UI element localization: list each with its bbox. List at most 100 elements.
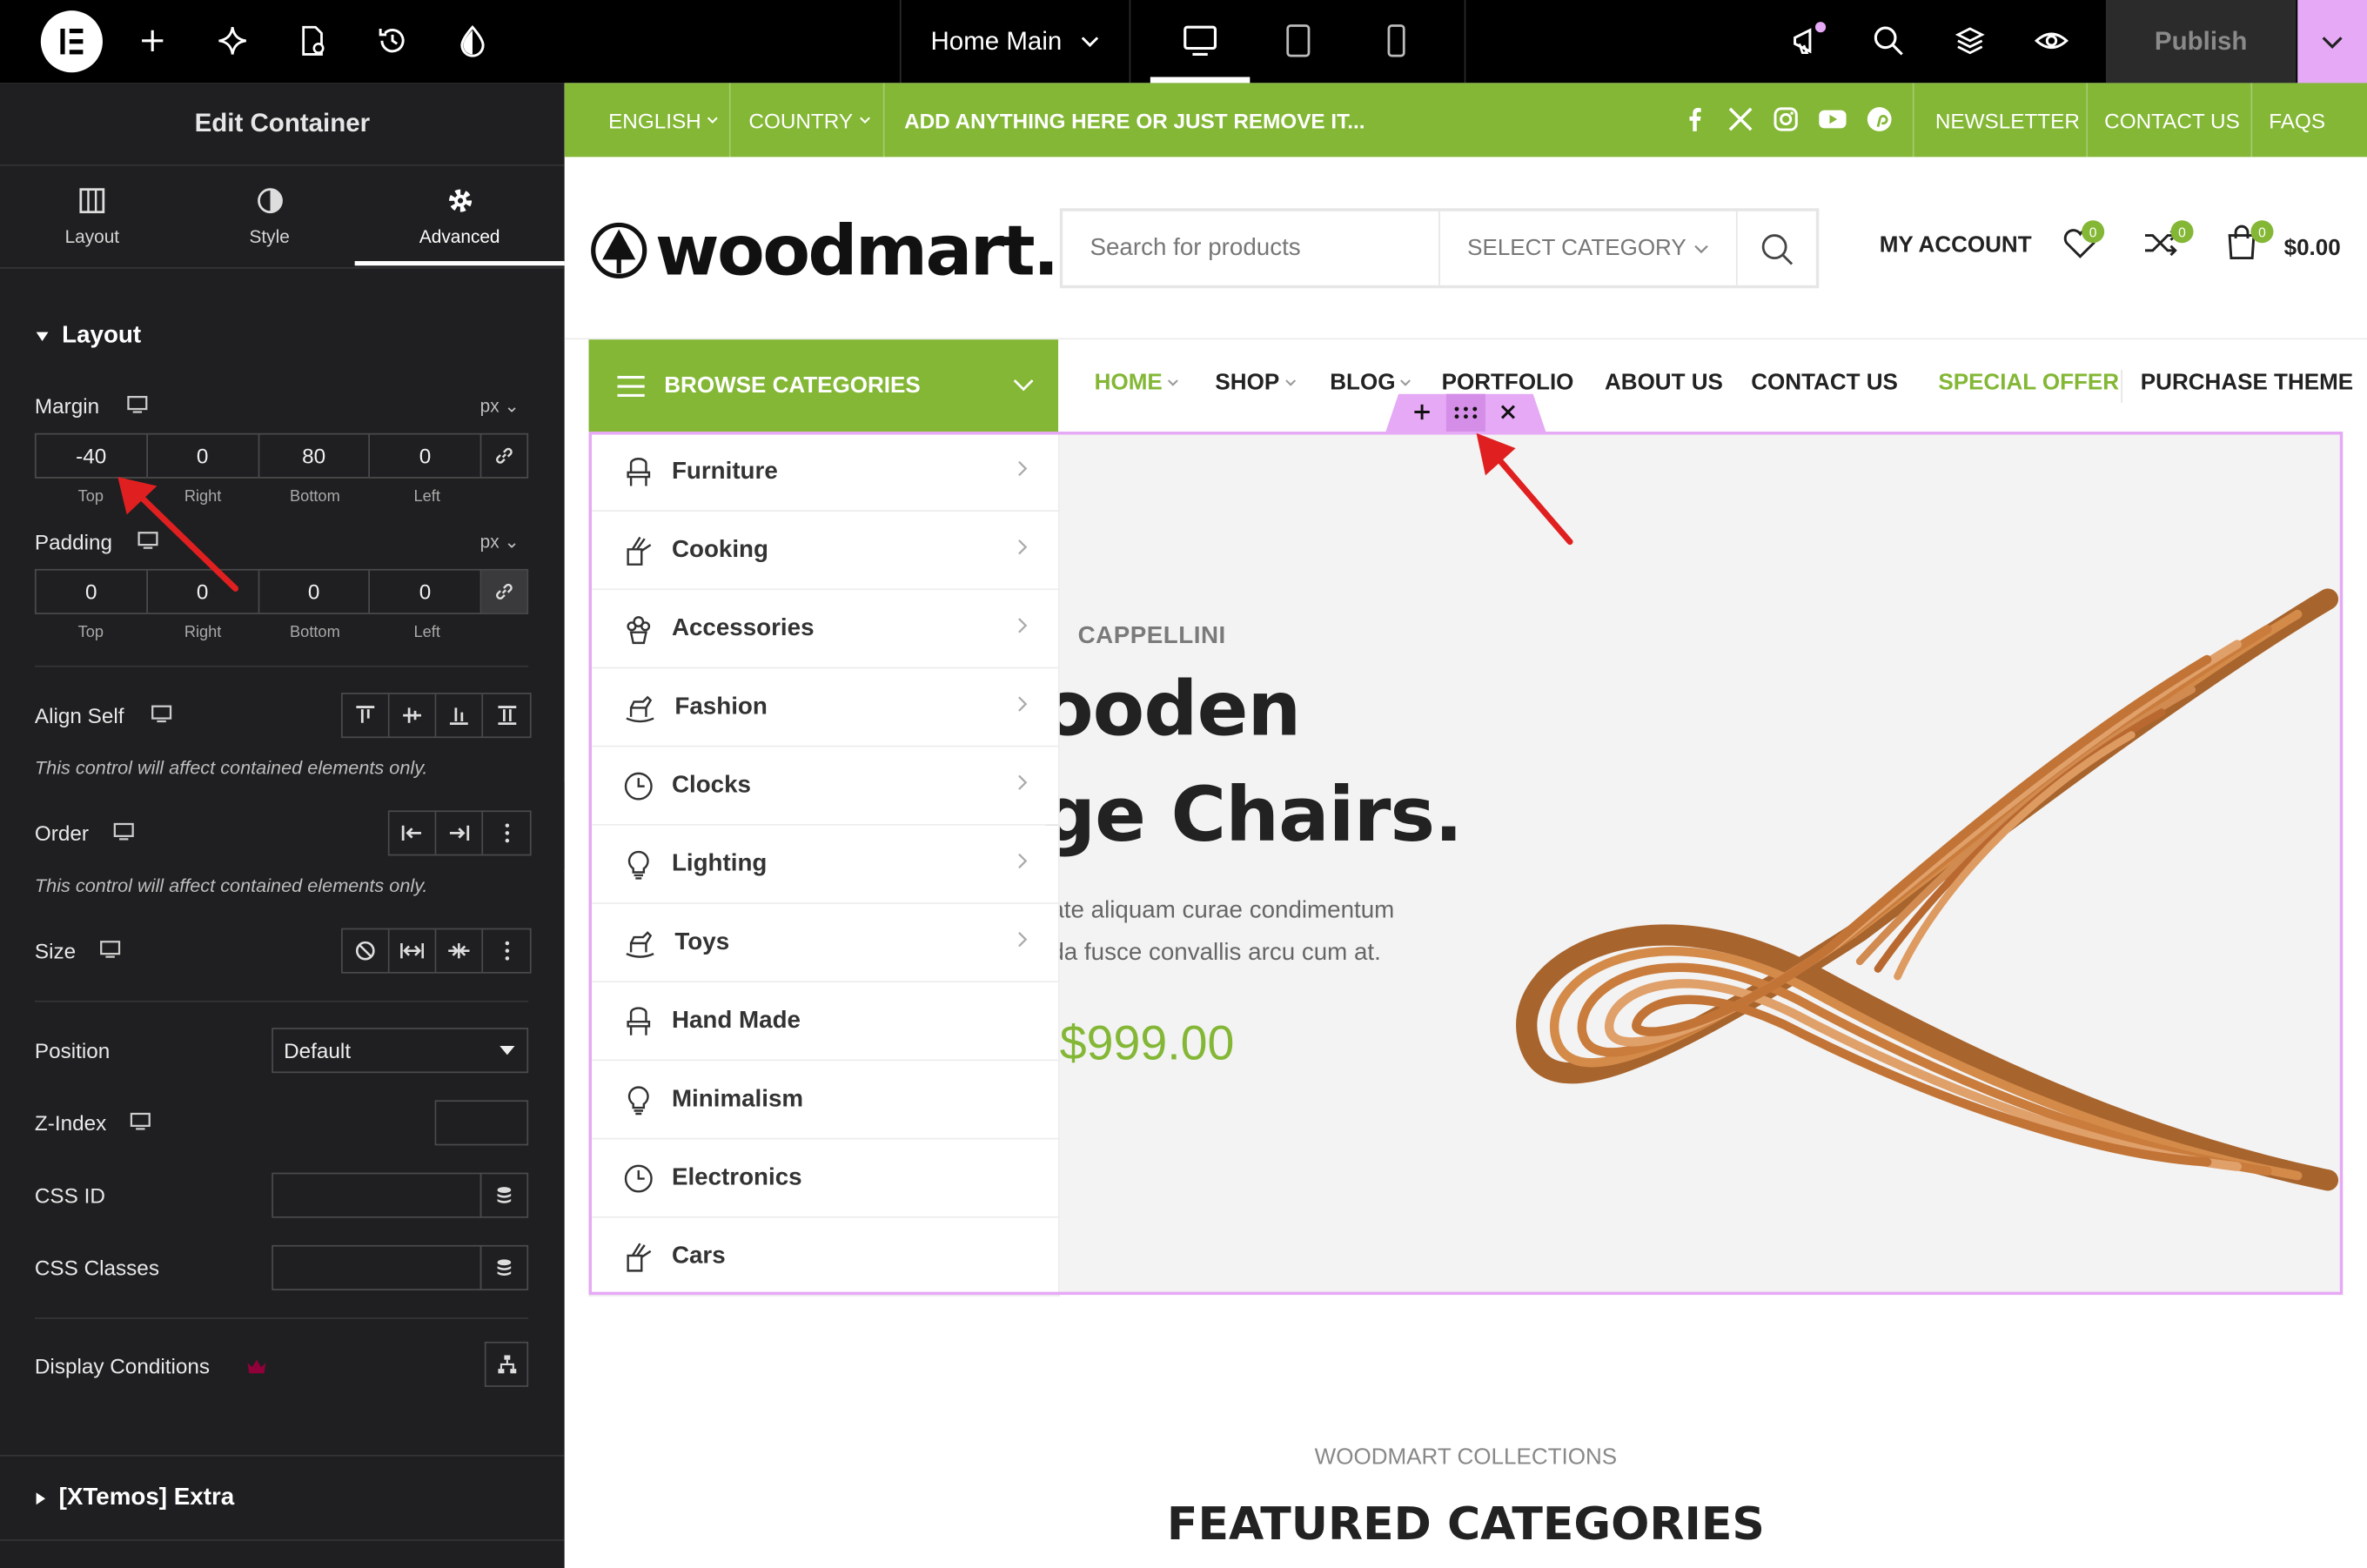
youtube-icon[interactable] [1818, 105, 1848, 132]
section-extra-title: [XTemos] Extra [58, 1484, 235, 1511]
nav-about-us[interactable]: ABOUT US [1605, 370, 1723, 395]
align-stretch-icon[interactable] [483, 694, 530, 737]
instagram-icon[interactable] [1773, 105, 1800, 132]
compare-button[interactable]: 0 [2141, 220, 2194, 269]
menu-icon [617, 375, 645, 397]
delete-element-icon[interactable] [1500, 405, 1515, 419]
search-submit-button[interactable] [1738, 211, 1816, 285]
css-classes-input[interactable] [272, 1244, 482, 1290]
more-options-icon[interactable] [483, 812, 530, 854]
more-options-icon[interactable] [483, 929, 530, 972]
padding-bottom-input[interactable]: 0 [259, 570, 371, 613]
publish-options-button[interactable] [2297, 0, 2367, 84]
dynamic-tags-button[interactable] [479, 1172, 529, 1218]
section-extra-toggle[interactable]: [XTemos] Extra [35, 1485, 234, 1512]
chevron-down-icon [2322, 36, 2343, 49]
database-icon [497, 1258, 512, 1276]
faqs-link[interactable]: FAQS [2269, 83, 2325, 157]
tablet-icon[interactable] [1278, 21, 1318, 60]
page-selector[interactable]: Home Main [902, 0, 1129, 83]
mobile-icon[interactable] [1377, 21, 1416, 60]
cart-button[interactable]: 0 [2222, 220, 2274, 269]
nav-portfolio[interactable]: PORTFOLIO [1442, 370, 1574, 395]
wishlist-button[interactable]: 0 [2061, 220, 2106, 269]
margin-unit-select[interactable]: px ⌄ [480, 395, 520, 416]
my-account-link[interactable]: MY ACCOUNT [1880, 232, 2032, 258]
ai-sparkle-icon[interactable] [213, 21, 252, 60]
theme-style-icon[interactable] [453, 21, 492, 60]
responsive-desktop-icon[interactable] [113, 822, 134, 841]
responsive-desktop-icon[interactable] [151, 705, 172, 723]
cart-count: 0 [2250, 220, 2274, 244]
search-icon[interactable] [1869, 21, 1908, 60]
tree-logo-icon [591, 222, 647, 278]
browse-categories-button[interactable]: BROWSE CATEGORIES [588, 339, 1059, 432]
country-label: COUNTRY [748, 108, 854, 132]
publish-button[interactable]: Publish [2105, 0, 2297, 84]
facebook-icon[interactable] [1681, 105, 1708, 132]
padding-unit-select[interactable]: px ⌄ [480, 532, 520, 553]
pinterest-icon[interactable] [1866, 105, 1893, 132]
search-input[interactable]: Search for products [1063, 211, 1440, 285]
nav-purchase-theme[interactable]: PURCHASE THEME [2141, 370, 2353, 395]
add-element-icon[interactable] [1413, 403, 1432, 421]
section-layout-toggle[interactable]: Layout [35, 323, 141, 350]
nav-shop[interactable]: SHOP [1215, 370, 1296, 395]
desktop-icon[interactable] [1181, 21, 1220, 60]
chevron-down-icon [1167, 379, 1178, 385]
page-settings-icon[interactable] [293, 21, 332, 60]
newsletter-link[interactable]: NEWSLETTER [1935, 83, 2080, 157]
category-select-label: SELECT CATEGORY [1467, 235, 1686, 262]
contact-us-link[interactable]: CONTACT US [2104, 83, 2240, 157]
notifications-icon[interactable] [1789, 21, 1828, 60]
position-select[interactable]: Default [272, 1028, 529, 1074]
nav-blog[interactable]: BLOG [1330, 370, 1411, 395]
align-end-icon[interactable] [436, 694, 484, 737]
padding-link-button[interactable] [481, 570, 527, 613]
elementor-logo-icon[interactable] [40, 10, 103, 73]
nav-home-label: HOME [1094, 369, 1163, 396]
z-index-input[interactable] [434, 1100, 529, 1146]
css-id-input[interactable] [272, 1172, 482, 1218]
size-grow-icon[interactable] [390, 929, 437, 972]
align-self-label: Align Self [34, 703, 124, 727]
nav-home[interactable]: HOME [1095, 370, 1179, 395]
align-center-icon[interactable] [390, 694, 437, 737]
dynamic-tags-button[interactable] [479, 1244, 529, 1290]
category-select[interactable]: SELECT CATEGORY [1440, 211, 1738, 285]
order-end-icon[interactable] [436, 812, 484, 854]
caret-down-icon [500, 1045, 515, 1055]
padding-left-input[interactable]: 0 [370, 570, 482, 613]
display-conditions-button[interactable] [484, 1341, 529, 1387]
tab-style[interactable]: Style [184, 168, 355, 267]
margin-bottom-input[interactable]: 80 [259, 434, 371, 478]
preview-icon[interactable] [2032, 21, 2071, 60]
language-dropdown[interactable]: ENGLISH [608, 83, 719, 157]
side-label-bottom: Bottom [290, 623, 340, 642]
responsive-desktop-icon[interactable] [99, 941, 121, 959]
link-icon [496, 583, 513, 600]
tab-advanced[interactable]: Advanced [355, 168, 565, 267]
size-shrink-icon[interactable] [436, 929, 484, 972]
nav-contact-us[interactable]: CONTACT US [1751, 370, 1898, 395]
align-start-icon[interactable] [343, 694, 390, 737]
align-self-note: This control will affect contained eleme… [34, 757, 428, 779]
nav-special-offer[interactable]: SPECIAL OFFER [1938, 370, 2119, 395]
margin-link-button[interactable] [481, 435, 526, 478]
add-icon[interactable] [133, 21, 172, 60]
x-icon[interactable] [1727, 105, 1753, 132]
margin-left-input[interactable]: 0 [370, 434, 482, 478]
size-none-icon[interactable] [343, 929, 390, 972]
history-icon[interactable] [372, 21, 412, 60]
annotation-arrow [117, 477, 239, 592]
tab-layout[interactable]: Layout [0, 168, 184, 267]
site-logo[interactable]: woodmart. [589, 210, 1059, 291]
country-dropdown[interactable]: COUNTRY [748, 83, 870, 157]
app-root: Home Main Publish Edit Container Layout … [0, 0, 2367, 1568]
order-start-icon[interactable] [390, 812, 437, 854]
brand-name: woodmart. [654, 210, 1059, 291]
responsive-desktop-icon[interactable] [127, 395, 148, 413]
responsive-desktop-icon[interactable] [130, 1112, 151, 1130]
tab-label: Style [249, 226, 290, 248]
structure-icon[interactable] [1950, 21, 1989, 60]
